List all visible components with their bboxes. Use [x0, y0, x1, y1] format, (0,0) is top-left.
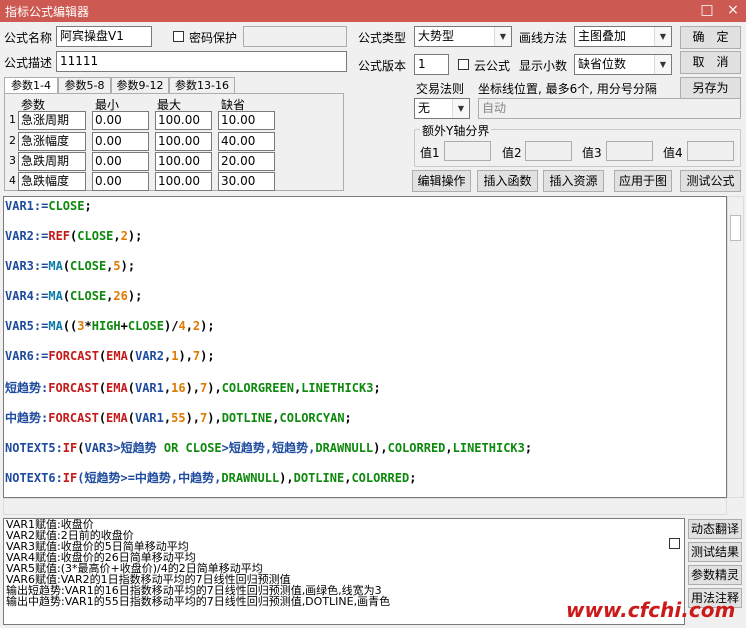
- chevron-down-icon: ▼: [494, 27, 511, 46]
- yaxis-v1-label: 值1: [420, 146, 440, 160]
- draw-value: 主图叠加: [578, 29, 627, 43]
- code-line: VAR6:=FORCAST(EMA(VAR2,1),7);: [5, 349, 215, 363]
- close-icon[interactable]: ×: [720, 0, 746, 22]
- trade-label: 交易法则: [416, 82, 465, 96]
- test-result-button[interactable]: 测试结果: [688, 542, 742, 562]
- tab-params-9-12[interactable]: 参数9-12: [111, 77, 169, 94]
- apply-to-chart-button[interactable]: 应用于图: [614, 170, 672, 192]
- param-name-field[interactable]: 急涨幅度: [18, 132, 86, 151]
- title-bar: 指标公式编辑器 □ ×: [0, 0, 746, 22]
- type-value: 大势型: [418, 29, 455, 43]
- param-name-field[interactable]: 急跌幅度: [18, 172, 86, 191]
- name-field[interactable]: 阿宾操盘V1: [56, 26, 152, 47]
- yaxis-v2-label: 值2: [502, 146, 522, 160]
- draw-label: 画线方法: [519, 31, 568, 45]
- tab-params-1-4[interactable]: 参数1-4: [4, 77, 58, 94]
- type-label: 公式类型: [358, 31, 407, 45]
- insert-function-button[interactable]: 插入函数: [477, 170, 538, 192]
- chevron-down-icon: ▼: [654, 55, 671, 74]
- cloud-label: 云公式: [474, 59, 511, 73]
- param-index: 3: [9, 154, 16, 167]
- version-label: 公式版本: [358, 59, 407, 73]
- param-default-field[interactable]: 20.00: [218, 152, 275, 171]
- type-select[interactable]: 大势型 ▼: [414, 26, 512, 47]
- code-line: VAR2:=REF(CLOSE,2);: [5, 229, 143, 243]
- param-default-field[interactable]: 30.00: [218, 172, 275, 191]
- decimal-label: 显示小数: [519, 59, 568, 73]
- code-line: VAR1:=CLOSE;: [5, 199, 92, 213]
- param-name-field[interactable]: 急跌周期: [18, 152, 86, 171]
- trade-value: 无: [418, 101, 431, 115]
- scroll-thumb[interactable]: [730, 215, 741, 241]
- yaxis-v2-field[interactable]: [525, 141, 572, 161]
- insert-resource-button[interactable]: 插入资源: [543, 170, 604, 192]
- dynamic-translate-button[interactable]: 动态翻译: [688, 519, 742, 539]
- code-line: VAR4:=MA(CLOSE,26);: [5, 289, 143, 303]
- code-line: NOTEXT6:IF(短趋势>=中趋势,中趋势,DRAWNULL),DOTLIN…: [5, 471, 417, 485]
- yaxis-v3-field[interactable]: [606, 141, 653, 161]
- param-default-field[interactable]: 40.00: [218, 132, 275, 151]
- trade-select[interactable]: 无 ▼: [414, 98, 470, 119]
- chevron-down-icon: ▼: [452, 99, 469, 118]
- explain-checkbox[interactable]: [669, 538, 680, 549]
- param-index: 4: [9, 174, 16, 187]
- param-max-field[interactable]: 100.00: [155, 152, 212, 171]
- param-name-field[interactable]: 急涨周期: [18, 111, 86, 130]
- tab-params-5-8[interactable]: 参数5-8: [58, 77, 111, 94]
- param-max-field[interactable]: 100.00: [155, 111, 212, 130]
- watermark: www.cfchi.com: [566, 598, 736, 622]
- test-formula-button[interactable]: 测试公式: [680, 170, 741, 192]
- ok-button[interactable]: 确 定: [680, 26, 741, 49]
- param-min-field[interactable]: 0.00: [92, 132, 149, 151]
- param-min-field[interactable]: 0.00: [92, 111, 149, 130]
- desc-label: 公式描述: [4, 56, 53, 70]
- yaxis-v1-field[interactable]: [444, 141, 491, 161]
- param-wizard-button[interactable]: 参数精灵: [688, 565, 742, 585]
- decimal-value: 缺省位数: [578, 57, 627, 71]
- name-label: 公式名称: [4, 31, 53, 45]
- cancel-button[interactable]: 取 消: [680, 51, 741, 74]
- code-line: VAR3:=MA(CLOSE,5);: [5, 259, 136, 273]
- param-max-field[interactable]: 100.00: [155, 172, 212, 191]
- draw-select[interactable]: 主图叠加 ▼: [574, 26, 672, 47]
- param-default-field[interactable]: 10.00: [218, 111, 275, 130]
- param-min-field[interactable]: 0.00: [92, 152, 149, 171]
- password-checkbox[interactable]: [173, 31, 184, 42]
- tab-params-13-16[interactable]: 参数13-16: [169, 77, 235, 94]
- yaxis-label: 额外Y轴分界: [420, 122, 492, 139]
- param-index: 2: [9, 134, 16, 147]
- cloud-checkbox[interactable]: [458, 59, 469, 70]
- yaxis-v4-label: 值4: [663, 146, 683, 160]
- password-label: 密码保护: [189, 31, 238, 45]
- code-editor[interactable]: VAR1:=CLOSE; VAR2:=REF(CLOSE,2); VAR3:=MA(…: [3, 196, 727, 498]
- version-field[interactable]: 1: [414, 54, 449, 75]
- code-line: VAR5:=MA((3*HIGH+CLOSE)/4,2);: [5, 319, 215, 333]
- yaxis-v4-field[interactable]: [687, 141, 734, 161]
- edit-operation-button[interactable]: 编辑操作: [412, 170, 471, 192]
- param-index: 1: [9, 113, 16, 126]
- code-line: NOTEXT5:IF(VAR3>短趋势 OR CLOSE>短趋势,短趋势,DRA…: [5, 441, 533, 455]
- save-as-button[interactable]: 另存为: [680, 77, 741, 100]
- chevron-down-icon: ▼: [654, 27, 671, 46]
- coord-field[interactable]: 自动: [478, 98, 741, 119]
- code-line: 中趋势:FORCAST(EMA(VAR1,55),7),DOTLINE,COLO…: [5, 411, 352, 425]
- yaxis-v3-label: 值3: [582, 146, 602, 160]
- param-max-field[interactable]: 100.00: [155, 132, 212, 151]
- decimal-select[interactable]: 缺省位数 ▼: [574, 54, 672, 75]
- window-title: 指标公式编辑器: [5, 5, 90, 19]
- editor-hscrollbar[interactable]: [3, 498, 727, 515]
- coord-label: 坐标线位置, 最多6个, 用分号分隔: [478, 82, 657, 96]
- password-field[interactable]: [243, 26, 347, 47]
- editor-scrollbar[interactable]: [727, 196, 744, 498]
- param-min-field[interactable]: 0.00: [92, 172, 149, 191]
- desc-field[interactable]: 11111: [56, 51, 347, 72]
- code-line: 短趋势:FORCAST(EMA(VAR1,16),7),COLORGREEN,L…: [5, 381, 381, 395]
- maximize-icon[interactable]: □: [694, 0, 720, 22]
